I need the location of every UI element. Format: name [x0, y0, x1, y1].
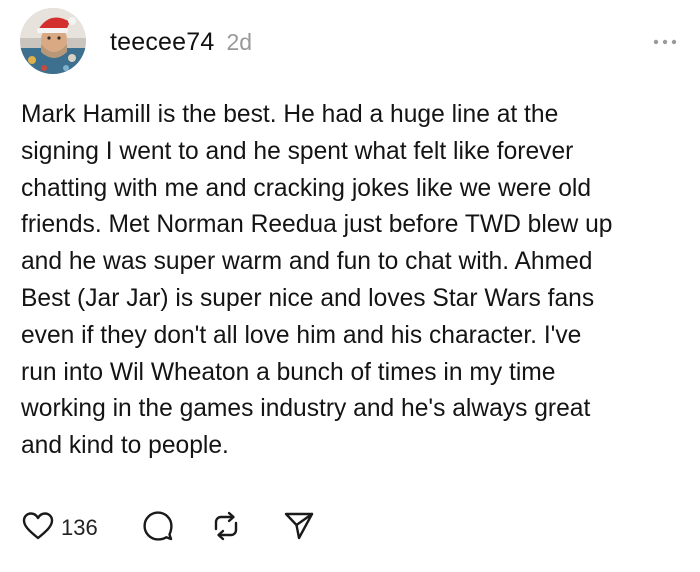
- username[interactable]: teecee74: [110, 28, 214, 57]
- share-button[interactable]: [283, 510, 315, 547]
- action-bar: 136: [22, 508, 315, 548]
- avatar-image: [20, 8, 86, 74]
- comment-icon: [142, 510, 174, 547]
- post: teecee74 2d Mark Hamill is the best. He …: [0, 0, 700, 572]
- post-header: teecee74 2d: [110, 28, 252, 57]
- repost-button[interactable]: [209, 510, 243, 547]
- repost-icon: [209, 510, 243, 547]
- post-body: Mark Hamill is the best. He had a huge l…: [21, 101, 613, 460]
- like-count: 136: [61, 515, 98, 540]
- more-icon[interactable]: [652, 32, 678, 52]
- heart-icon: [22, 511, 54, 546]
- avatar[interactable]: [20, 8, 86, 74]
- timestamp: 2d: [226, 29, 253, 55]
- send-icon: [283, 510, 315, 547]
- like-button[interactable]: 136: [22, 511, 98, 546]
- reply-button[interactable]: [142, 510, 174, 547]
